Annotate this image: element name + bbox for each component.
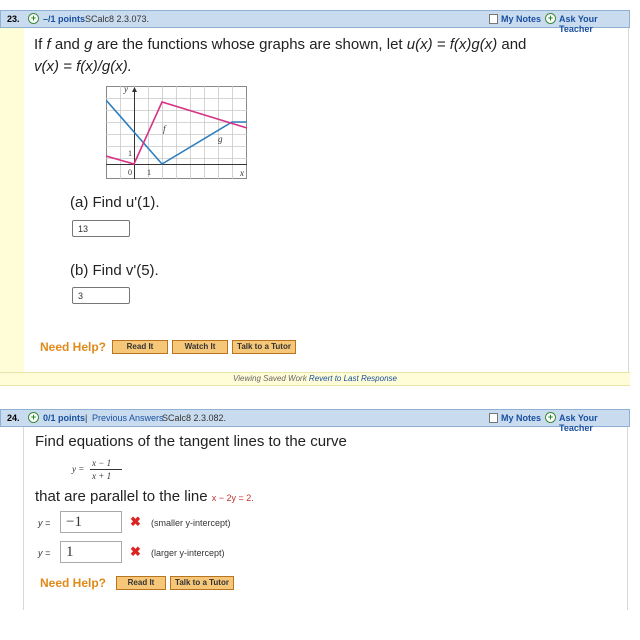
saved-work-text: Viewing Saved Work xyxy=(233,374,309,383)
read-it-button[interactable]: Read It xyxy=(112,340,168,354)
function-graph: y x f g 1 0 1 xyxy=(106,86,248,179)
hint-larger: (larger y-intercept) xyxy=(151,548,225,558)
expand-plus-icon[interactable]: + xyxy=(28,412,39,423)
tangent-answer-2[interactable]: 1 xyxy=(60,541,122,563)
eq-numerator: x − 1 xyxy=(92,458,112,468)
answer-b-field[interactable]: 3 xyxy=(72,287,130,304)
separator: | xyxy=(85,413,88,423)
notes-icon[interactable] xyxy=(489,413,498,423)
eq-denominator: x + 1 xyxy=(92,471,112,481)
q23-body: If f and g are the functions whose graph… xyxy=(24,28,629,372)
points-label: –/1 points xyxy=(43,14,86,24)
saved-work-bar: Viewing Saved Work Revert to Last Respon… xyxy=(0,372,630,386)
source-label: SCalc8 2.3.073. xyxy=(85,14,150,24)
my-notes-link[interactable]: My Notes xyxy=(501,14,541,24)
q24-body: Find equations of the tangent lines to t… xyxy=(23,427,628,610)
question-number: 23. xyxy=(7,14,20,24)
y-axis-label: y xyxy=(123,86,128,94)
question-number: 24. xyxy=(7,413,20,423)
my-notes-link[interactable]: My Notes xyxy=(501,413,541,423)
talk-to-tutor-button[interactable]: Talk to a Tutor xyxy=(170,576,234,590)
notes-icon[interactable] xyxy=(489,14,498,24)
hint-smaller: (smaller y-intercept) xyxy=(151,518,231,528)
talk-to-tutor-button[interactable]: Talk to a Tutor xyxy=(232,340,296,354)
y-label-2: y = xyxy=(38,548,51,558)
need-help-label: Need Help? xyxy=(40,340,107,354)
q23-prompt: If f and g are the functions whose graph… xyxy=(34,36,527,75)
y-label-1: y = xyxy=(38,518,51,528)
q24-header: 24. + 0/1 points | Previous Answers SCal… xyxy=(0,409,630,433)
q23-header: 23. + –/1 points SCalc8 2.3.073. My Note… xyxy=(0,10,630,34)
y-tick-1: 1 xyxy=(128,149,132,158)
need-help-label: Need Help? xyxy=(40,576,107,590)
revert-link[interactable]: Revert to Last Response xyxy=(309,374,397,383)
fraction-bar xyxy=(90,469,122,470)
read-it-button[interactable]: Read It xyxy=(116,576,166,590)
origin-label: 0 xyxy=(128,168,132,177)
part-b-prompt: (b) Find v'(5). xyxy=(70,262,159,279)
incorrect-x-icon: ✖ xyxy=(130,514,141,529)
points-label: 0/1 points xyxy=(43,413,86,423)
ask-teacher-plus-icon[interactable]: + xyxy=(545,412,556,423)
ask-teacher-plus-icon[interactable]: + xyxy=(545,13,556,24)
source-label: SCalc8 2.3.082. xyxy=(162,413,227,423)
incorrect-x-icon: ✖ xyxy=(130,544,141,559)
q23-gutter xyxy=(0,28,24,372)
line-equation: x − 2y = 2. xyxy=(211,493,254,503)
answer-a-field[interactable]: 13 xyxy=(72,220,130,237)
parallel-text: that are parallel to the line x − 2y = 2… xyxy=(35,488,254,505)
g-label: g xyxy=(218,134,223,144)
expand-plus-icon[interactable]: + xyxy=(28,13,39,24)
q24-prompt: Find equations of the tangent lines to t… xyxy=(35,433,347,450)
previous-answers-link[interactable]: Previous Answers xyxy=(92,413,164,423)
watch-it-button[interactable]: Watch It xyxy=(172,340,228,354)
tangent-answer-1[interactable]: −1 xyxy=(60,511,122,533)
x-tick-1: 1 xyxy=(147,168,151,177)
x-axis-label: x xyxy=(239,168,244,178)
part-a-prompt: (a) Find u'(1). xyxy=(70,194,160,211)
eq-lhs: y = xyxy=(72,464,85,474)
